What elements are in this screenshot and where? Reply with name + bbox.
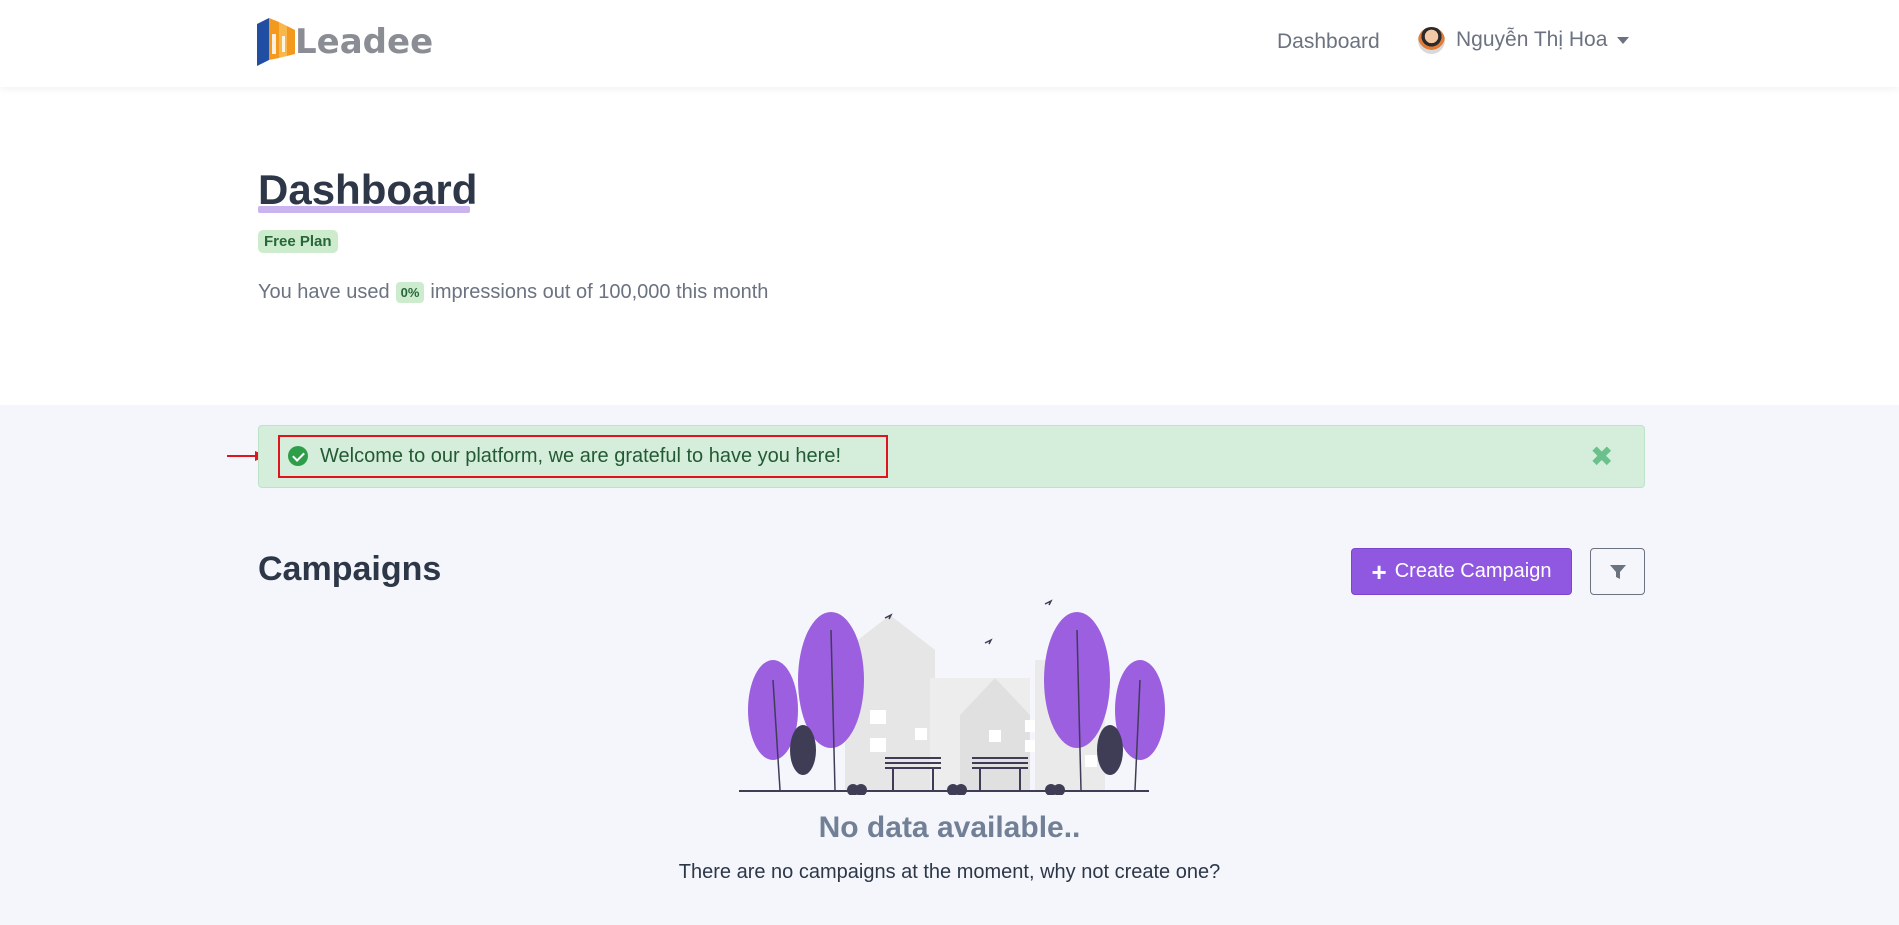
user-menu-toggle[interactable]: Nguyễn Thị Hoa xyxy=(1418,25,1630,55)
logo-text: Leadee xyxy=(295,22,434,62)
create-campaign-label: Create Campaign xyxy=(1394,560,1552,582)
close-icon[interactable]: ✖ xyxy=(1590,443,1613,471)
usage-prefix: You have used xyxy=(258,281,390,303)
filter-button[interactable] xyxy=(1590,548,1645,595)
plus-icon: + xyxy=(1371,556,1387,587)
create-campaign-button[interactable]: + Create Campaign xyxy=(1351,548,1572,595)
empty-state-subtitle: There are no campaigns at the moment, wh… xyxy=(678,861,1221,883)
empty-state-illustration xyxy=(739,599,1165,795)
usage-suffix: impressions out of 100,000 this month xyxy=(430,281,769,303)
campaigns-title: Campaigns xyxy=(258,550,442,588)
filter-icon xyxy=(1609,564,1626,579)
page-title: Dashboard xyxy=(258,166,478,213)
nav-dashboard-link[interactable]: Dashboard xyxy=(1277,28,1380,56)
usage-percent-badge: 0% xyxy=(395,281,425,303)
plan-badge: Free Plan xyxy=(258,230,338,253)
dashboard-header: Dashboard Free Plan You have used 0% imp… xyxy=(0,87,1899,405)
welcome-alert: Welcome to our platform, we are grateful… xyxy=(258,425,1645,488)
chevron-down-icon xyxy=(1617,36,1630,44)
top-navbar: Leadee Dashboard Nguyễn Thị Hoa xyxy=(0,0,1899,87)
leadee-logo-icon xyxy=(257,18,295,66)
alert-message: Welcome to our platform, we are grateful… xyxy=(320,445,842,467)
user-name: Nguyễn Thị Hoa xyxy=(1456,28,1608,51)
avatar xyxy=(1418,26,1445,54)
usage-summary: You have used 0% impressions out of 100,… xyxy=(258,278,768,306)
empty-state-title: No data available.. xyxy=(818,811,1081,844)
brand-logo[interactable]: Leadee xyxy=(257,18,433,66)
check-circle-icon xyxy=(288,446,308,466)
